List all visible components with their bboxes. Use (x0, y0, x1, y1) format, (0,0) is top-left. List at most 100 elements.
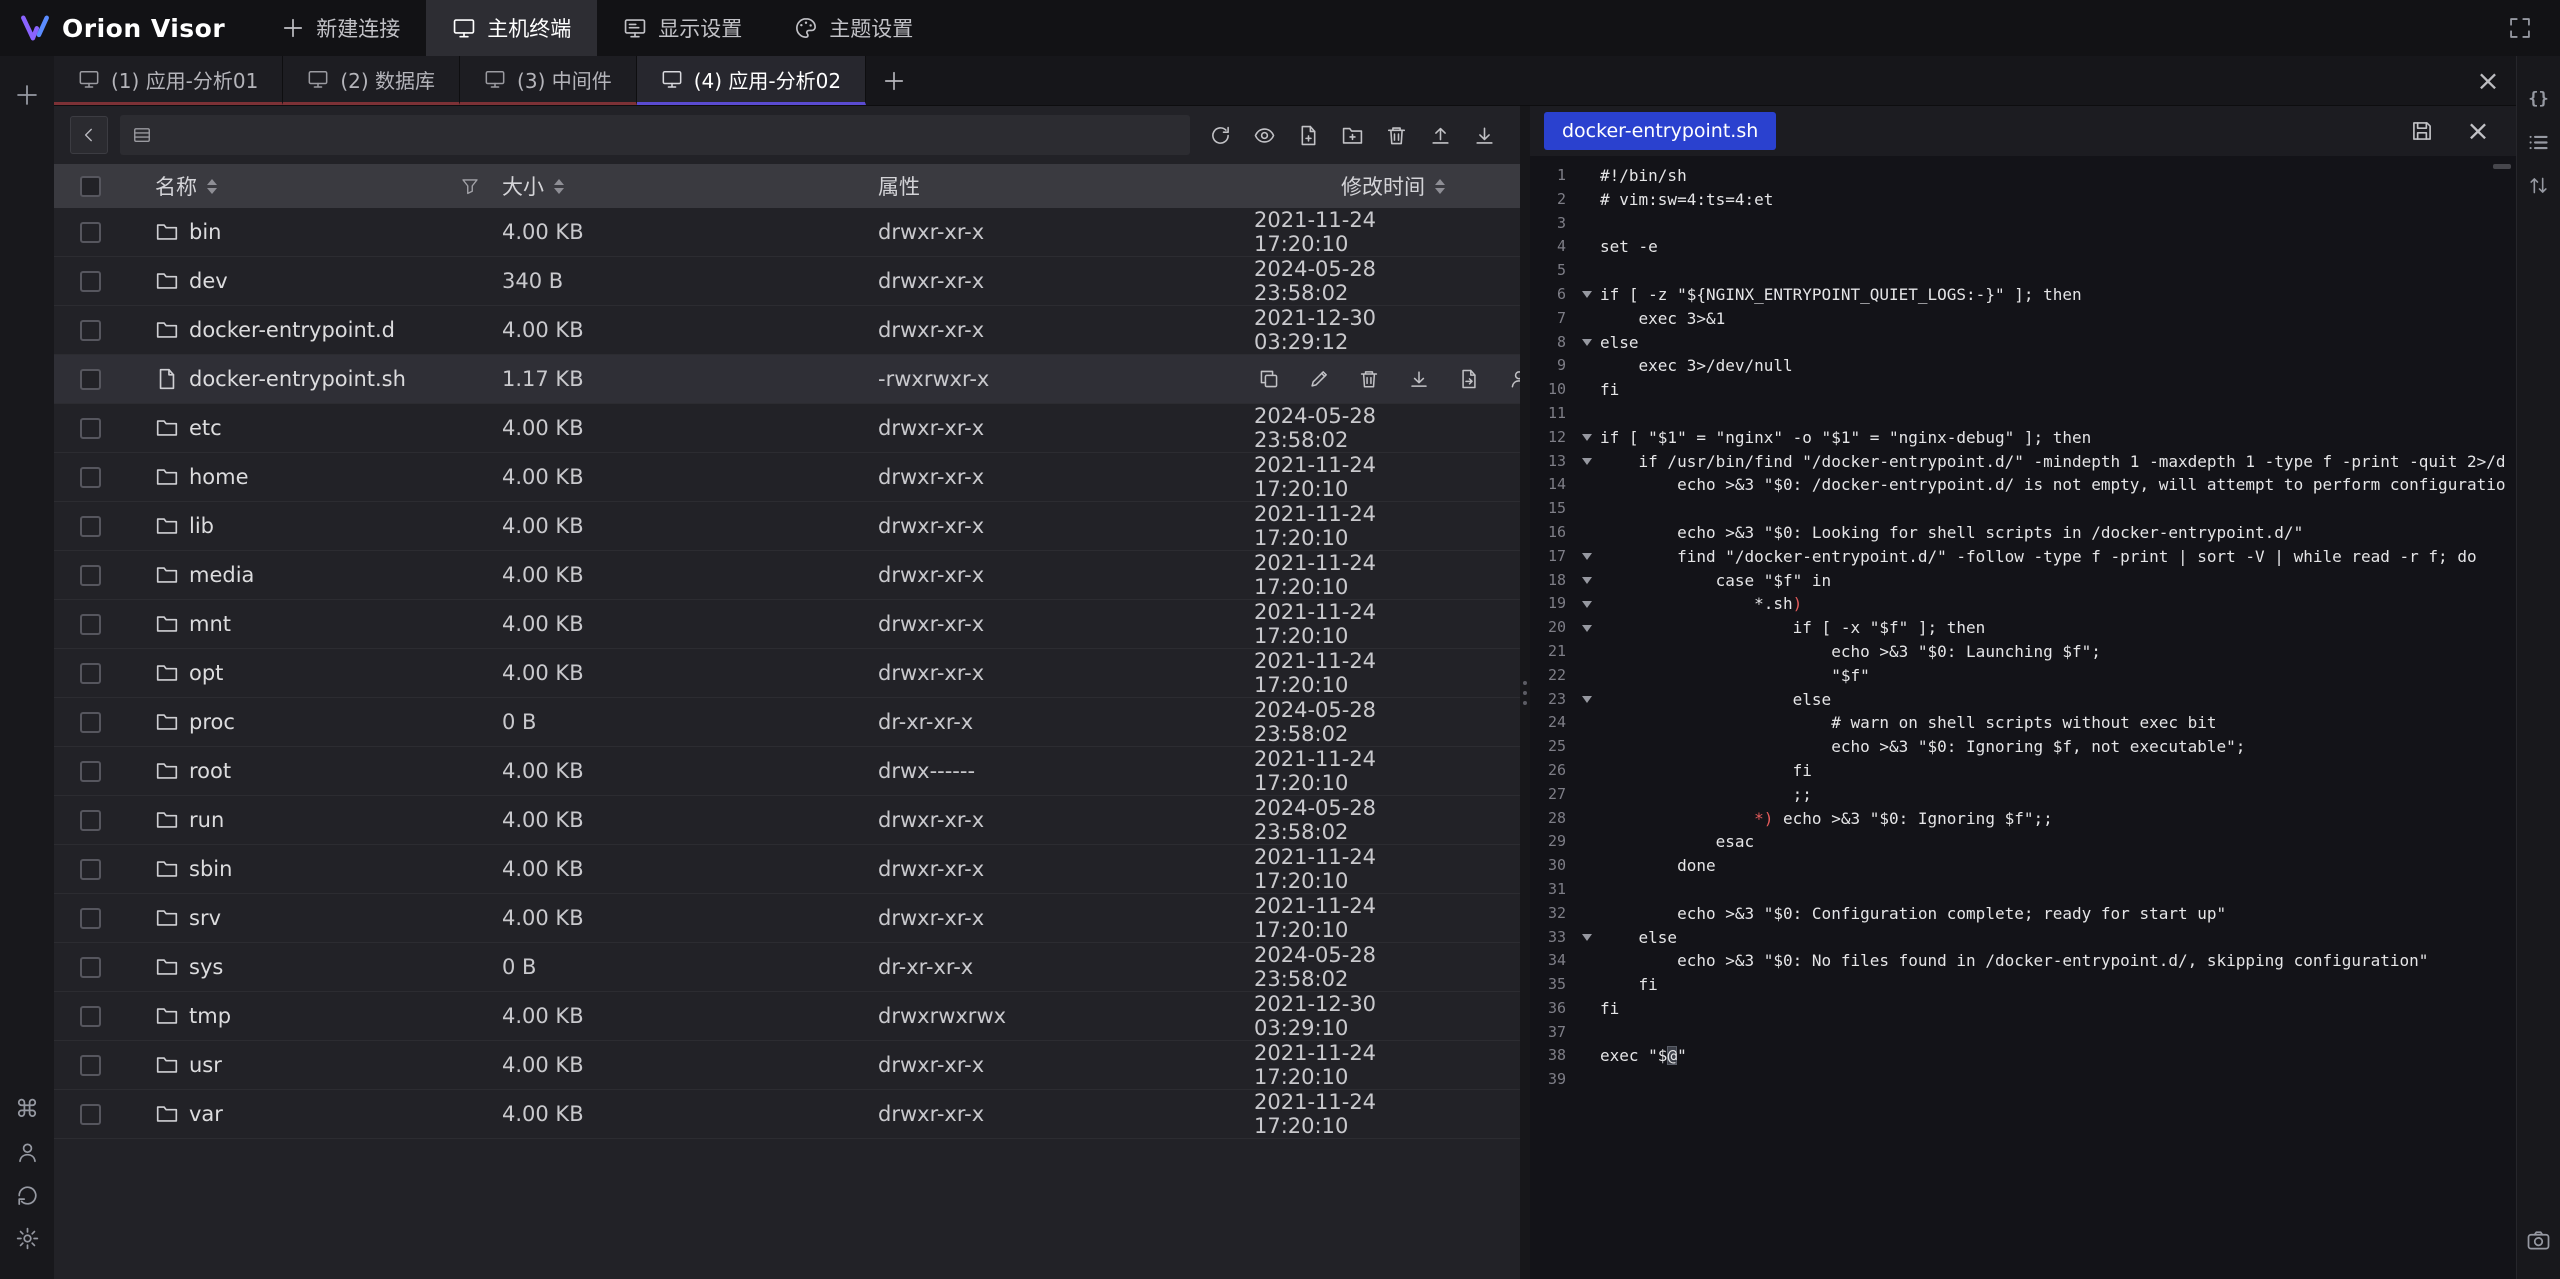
fold-chevron-icon[interactable] (1574, 616, 1600, 640)
braces-button[interactable]: {} (2521, 81, 2557, 117)
row-checkbox[interactable] (80, 859, 101, 880)
table-row[interactable]: root4.00 KBdrwx------2021-11-24 17:20:10 (54, 747, 1520, 796)
brand[interactable]: Orion Visor (0, 14, 255, 43)
transfer-button[interactable] (1454, 364, 1484, 394)
editor-scrollbar[interactable] (2493, 164, 2511, 169)
filter-icon[interactable] (460, 176, 480, 196)
row-checkbox[interactable] (80, 663, 101, 684)
eye-button[interactable] (1246, 117, 1282, 153)
row-checkbox[interactable] (80, 1104, 101, 1125)
table-row[interactable]: var4.00 KBdrwxr-xr-x2021-11-24 17:20:10 (54, 1090, 1520, 1139)
table-row[interactable]: sys0 Bdr-xr-xr-x2024-05-28 23:58:02 (54, 943, 1520, 992)
chmod-button[interactable] (1504, 364, 1520, 394)
table-row[interactable]: media4.00 KBdrwxr-xr-x2021-11-24 17:20:1… (54, 551, 1520, 600)
gear-button[interactable] (9, 1220, 45, 1256)
panel-resizer[interactable] (1520, 106, 1530, 1279)
download-button[interactable] (1466, 117, 1502, 153)
menu-item-display-settings[interactable]: 显示设置 (597, 0, 768, 56)
column-header-size[interactable]: 大小 (502, 164, 878, 208)
outline-button[interactable] (2521, 124, 2557, 160)
row-checkbox[interactable] (80, 565, 101, 586)
path-input[interactable] (162, 123, 1178, 147)
table-row[interactable]: dev340 Bdrwxr-xr-x2024-05-28 23:58:02 (54, 257, 1520, 306)
table-row[interactable]: docker-entrypoint.d4.00 KBdrwxr-xr-x2021… (54, 306, 1520, 355)
fold-chevron-icon[interactable] (1574, 926, 1600, 950)
sync-button[interactable] (9, 1177, 45, 1213)
select-all-checkbox[interactable] (80, 176, 101, 197)
row-checkbox[interactable] (80, 614, 101, 635)
file-plus-button[interactable] (1290, 117, 1326, 153)
close-tabbar-button[interactable]: × (2460, 56, 2516, 105)
fold-chevron-icon[interactable] (1574, 283, 1600, 307)
table-row[interactable]: etc4.00 KBdrwxr-xr-x2024-05-28 23:58:02 (54, 404, 1520, 453)
table-row[interactable]: lib4.00 KBdrwxr-xr-x2021-11-24 17:20:10 (54, 502, 1520, 551)
table-row[interactable]: bin4.00 KBdrwxr-xr-x2021-11-24 17:20:10 (54, 208, 1520, 257)
row-checkbox[interactable] (80, 1055, 101, 1076)
menu-item-theme-settings[interactable]: 主题设置 (768, 0, 939, 56)
fold-chevron-icon[interactable] (1574, 331, 1600, 355)
rows-icon (132, 125, 152, 145)
sort-icon[interactable] (554, 179, 564, 194)
row-checkbox[interactable] (80, 369, 101, 390)
terminal-tab-1[interactable]: (1) 应用-分析01 (54, 56, 283, 105)
fold-chevron-icon[interactable] (1574, 450, 1600, 474)
row-checkbox[interactable] (80, 320, 101, 341)
row-checkbox[interactable] (80, 908, 101, 929)
terminal-tab-4[interactable]: (4) 应用-分析02 (637, 56, 866, 105)
column-header-name[interactable]: 名称 (126, 164, 502, 208)
table-row[interactable]: opt4.00 KBdrwxr-xr-x2021-11-24 17:20:10 (54, 649, 1520, 698)
row-checkbox[interactable] (80, 516, 101, 537)
table-row[interactable]: tmp4.00 KBdrwxrwxrwx2021-12-30 03:29:10 (54, 992, 1520, 1041)
fold-chevron-icon[interactable] (1574, 545, 1600, 569)
folder-plus-button[interactable] (1334, 117, 1370, 153)
code-line: 3 (1530, 212, 2516, 236)
table-row[interactable]: srv4.00 KBdrwxr-xr-x2021-11-24 17:20:10 (54, 894, 1520, 943)
menu-item-new-connection[interactable]: 新建连接 (255, 0, 426, 56)
plus-button[interactable] (9, 77, 45, 113)
table-row[interactable]: usr4.00 KBdrwxr-xr-x2021-11-24 17:20:10 (54, 1041, 1520, 1090)
editor-tab[interactable]: docker-entrypoint.sh (1544, 112, 1776, 150)
edit-button[interactable] (1304, 364, 1334, 394)
trash-button[interactable] (1354, 364, 1384, 394)
upload-button[interactable] (1422, 117, 1458, 153)
user-button[interactable] (9, 1134, 45, 1170)
code-editor[interactable]: 1#!/bin/sh2# vim:sw=4:ts=4:et34set -e56i… (1530, 156, 2516, 1279)
row-checkbox[interactable] (80, 810, 101, 831)
table-row[interactable]: proc0 Bdr-xr-xr-x2024-05-28 23:58:02 (54, 698, 1520, 747)
table-row[interactable]: mnt4.00 KBdrwxr-xr-x2021-11-24 17:20:10 (54, 600, 1520, 649)
fold-chevron-icon[interactable] (1574, 569, 1600, 593)
row-checkbox[interactable] (80, 467, 101, 488)
terminal-tab-3[interactable]: (3) 中间件 (460, 56, 637, 105)
table-row[interactable]: run4.00 KBdrwxr-xr-x2024-05-28 23:58:02 (54, 796, 1520, 845)
command-button[interactable]: ⌘ (9, 1091, 45, 1127)
camera-button[interactable] (2521, 1222, 2557, 1258)
menu-item-host-terminal[interactable]: 主机终端 (426, 0, 597, 56)
row-checkbox[interactable] (80, 1006, 101, 1027)
row-checkbox[interactable] (80, 418, 101, 439)
row-checkbox[interactable] (80, 222, 101, 243)
download-button[interactable] (1404, 364, 1434, 394)
row-checkbox[interactable] (80, 712, 101, 733)
table-row[interactable]: home4.00 KBdrwxr-xr-x2021-11-24 17:20:10 (54, 453, 1520, 502)
row-checkbox[interactable] (80, 271, 101, 292)
sort-icon[interactable] (1435, 179, 1445, 194)
close-editor-button[interactable]: × (2460, 113, 2496, 149)
terminal-tab-2[interactable]: (2) 数据库 (283, 56, 460, 105)
sort-icon[interactable] (207, 179, 217, 194)
fold-chevron-icon[interactable] (1574, 688, 1600, 712)
table-row[interactable]: sbin4.00 KBdrwxr-xr-x2021-11-24 17:20:10 (54, 845, 1520, 894)
fold-chevron-icon[interactable] (1574, 426, 1600, 450)
row-checkbox[interactable] (80, 957, 101, 978)
column-header-mtime[interactable]: 修改时间 (1254, 164, 1520, 208)
swap-button[interactable] (2521, 167, 2557, 203)
back-button[interactable] (70, 116, 108, 154)
fold-chevron-icon[interactable] (1574, 592, 1600, 616)
refresh-button[interactable] (1202, 117, 1238, 153)
save-button[interactable] (2404, 113, 2440, 149)
trash-button[interactable] (1378, 117, 1414, 153)
row-checkbox[interactable] (80, 761, 101, 782)
table-row[interactable]: docker-entrypoint.sh1.17 KB-rwxrwxr-x (54, 355, 1520, 404)
copy-button[interactable] (1254, 364, 1284, 394)
fullscreen-button[interactable] (2502, 10, 2538, 46)
new-tab-button[interactable] (866, 56, 922, 105)
